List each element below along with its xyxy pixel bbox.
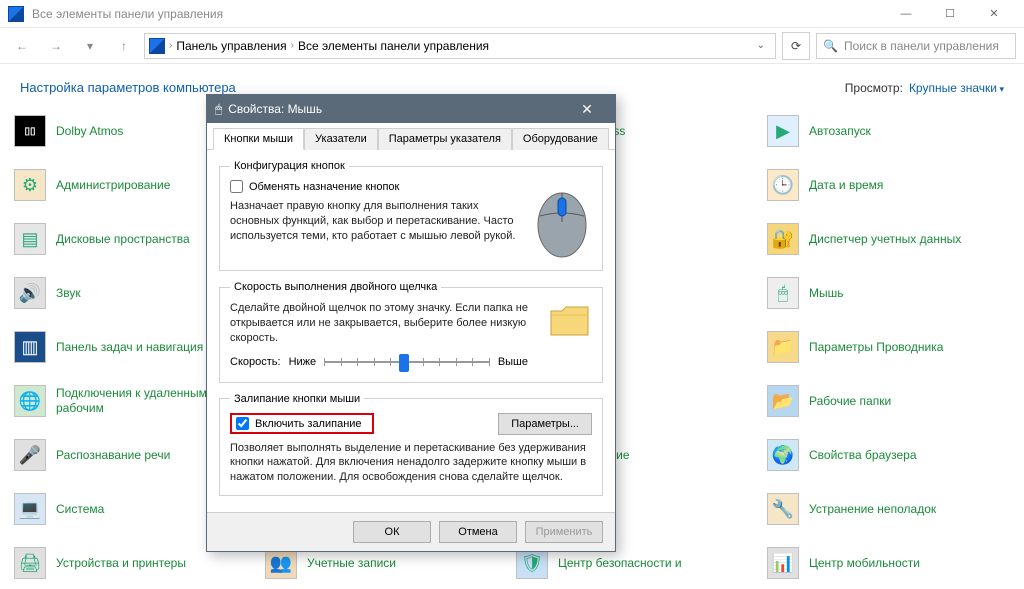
navigation-bar: ← → ▾ ↑ › Панель управления › Все элемен… xyxy=(0,28,1024,64)
mouse-properties-dialog: 🖱 Свойства: Мышь ✕ Кнопки мыши Указатели… xyxy=(206,94,616,552)
mouse-icon: 🖱 xyxy=(215,102,222,117)
maximize-button[interactable]: ☐ xyxy=(928,0,972,28)
nav-back-button[interactable]: ← xyxy=(8,32,36,60)
apply-button[interactable]: Применить xyxy=(525,521,603,543)
clock-icon: 🕒 xyxy=(767,169,799,201)
breadcrumb-dropdown[interactable]: ⌄ xyxy=(751,40,771,51)
doubleclick-desc: Сделайте двойной щелчок по этому значку.… xyxy=(230,301,528,346)
speed-slow-label: Ниже xyxy=(289,356,317,368)
group-legend: Конфигурация кнопок xyxy=(230,160,349,172)
search-placeholder: Поиск в панели управления xyxy=(844,39,999,53)
minimize-button[interactable]: — xyxy=(884,0,928,28)
troubleshoot-icon: 🔧 xyxy=(767,493,799,525)
swap-buttons-checkbox[interactable]: Обменять назначение кнопок xyxy=(230,180,522,193)
view-by-dropdown[interactable]: Крупные значки xyxy=(909,81,1004,95)
autoplay-icon: ▶ xyxy=(767,115,799,147)
ok-button[interactable]: ОК xyxy=(353,521,431,543)
cp-item-datetime[interactable]: 🕒Дата и время xyxy=(767,165,1010,205)
dolby-icon: ▯▯ xyxy=(14,115,46,147)
cancel-button[interactable]: Отмена xyxy=(439,521,517,543)
button-config-group: Конфигурация кнопок Обменять назначение … xyxy=(219,160,603,271)
nav-forward-button[interactable]: → xyxy=(42,32,70,60)
tab-pointer-options[interactable]: Параметры указателя xyxy=(378,128,512,150)
dialog-button-row: ОК Отмена Применить xyxy=(207,512,615,551)
chevron-right-icon: › xyxy=(291,40,294,51)
clicklock-settings-button[interactable]: Параметры... xyxy=(498,413,592,435)
folder-options-icon: 📁 xyxy=(767,331,799,363)
tab-buttons[interactable]: Кнопки мыши xyxy=(213,128,304,150)
cp-item-troubleshoot[interactable]: 🔧Устранение неполадок xyxy=(767,489,1010,529)
window-titlebar: Все элементы панели управления — ☐ ✕ xyxy=(0,0,1024,28)
doubleclick-speed-slider[interactable] xyxy=(324,352,490,372)
breadcrumb[interactable]: › Панель управления › Все элементы панел… xyxy=(144,33,776,59)
globe-icon: 🌍 xyxy=(767,439,799,471)
breadcrumb-segment[interactable]: Панель управления xyxy=(176,39,286,53)
taskbar-icon: ▥ xyxy=(14,331,46,363)
microphone-icon: 🎤 xyxy=(14,439,46,471)
doubleclick-group: Скорость выполнения двойного щелчка Сдел… xyxy=(219,281,603,383)
chevron-down-icon[interactable]: ▾ xyxy=(76,32,104,60)
tab-hardware[interactable]: Оборудование xyxy=(512,128,609,150)
system-icon: 💻 xyxy=(14,493,46,525)
cp-item-autoplay[interactable]: ▶Автозапуск xyxy=(767,111,1010,151)
highlighted-option: Включить залипание xyxy=(230,413,374,434)
control-panel-icon xyxy=(8,6,24,22)
cp-item-credential-mgr[interactable]: 🔐Диспетчер учетных данных xyxy=(767,219,1010,259)
search-input[interactable]: 🔍 Поиск в панели управления xyxy=(816,33,1016,59)
dialog-body: Конфигурация кнопок Обменять назначение … xyxy=(207,150,615,512)
cp-item-internet-options[interactable]: 🌍Свойства браузера xyxy=(767,435,1010,475)
view-by-label: Просмотр: xyxy=(845,81,903,95)
control-panel-icon xyxy=(149,38,165,54)
admin-tools-icon: ⚙ xyxy=(14,169,46,201)
clicklock-checkbox[interactable] xyxy=(236,417,249,430)
mouse-image xyxy=(532,180,592,260)
page-title: Настройка параметров компьютера xyxy=(20,80,236,95)
remote-icon: 🌐 xyxy=(14,385,46,417)
cp-item-mouse[interactable]: 🖱Мышь xyxy=(767,273,1010,313)
cp-item-explorer-options[interactable]: 📁Параметры Проводника xyxy=(767,327,1010,367)
speed-label: Скорость: xyxy=(230,356,281,368)
clicklock-desc: Позволяет выполнять выделение и перетаск… xyxy=(230,441,592,486)
clicklock-label: Включить залипание xyxy=(255,418,362,430)
swap-buttons-desc: Назначает правую кнопку для выполнения т… xyxy=(230,199,522,244)
speaker-icon: 🔊 xyxy=(14,277,46,309)
cp-item-mobility-center[interactable]: 📊Центр мобильности xyxy=(767,543,1010,583)
nav-up-button[interactable]: ↑ xyxy=(110,32,138,60)
group-legend: Залипание кнопки мыши xyxy=(230,393,364,405)
dialog-close-button[interactable]: ✕ xyxy=(567,95,607,123)
cp-item-work-folders[interactable]: 📂Рабочие папки xyxy=(767,381,1010,421)
breadcrumb-segment[interactable]: Все элементы панели управления xyxy=(298,39,489,53)
safe-icon: 🔐 xyxy=(767,223,799,255)
folder-test-icon[interactable] xyxy=(548,301,592,341)
clicklock-group: Залипание кнопки мыши Включить залипание… xyxy=(219,393,603,497)
storage-icon: ▤ xyxy=(14,223,46,255)
tab-pointers[interactable]: Указатели xyxy=(304,128,378,150)
dialog-title: Свойства: Мышь xyxy=(228,102,322,116)
group-legend: Скорость выполнения двойного щелчка xyxy=(230,281,441,293)
mouse-icon: 🖱 xyxy=(767,277,799,309)
work-folder-icon: 📂 xyxy=(767,385,799,417)
swap-buttons-input[interactable] xyxy=(230,180,243,193)
printer-icon: 🖨 xyxy=(14,547,46,579)
search-icon: 🔍 xyxy=(823,39,838,53)
dialog-titlebar[interactable]: 🖱 Свойства: Мышь ✕ xyxy=(207,95,615,123)
window-title: Все элементы панели управления xyxy=(32,7,223,21)
speed-fast-label: Выше xyxy=(498,356,528,368)
dialog-tabs: Кнопки мыши Указатели Параметры указател… xyxy=(207,123,615,150)
mobility-icon: 📊 xyxy=(767,547,799,579)
chevron-right-icon: › xyxy=(169,40,172,51)
close-button[interactable]: ✕ xyxy=(972,0,1016,28)
refresh-button[interactable]: ⟳ xyxy=(782,32,810,60)
